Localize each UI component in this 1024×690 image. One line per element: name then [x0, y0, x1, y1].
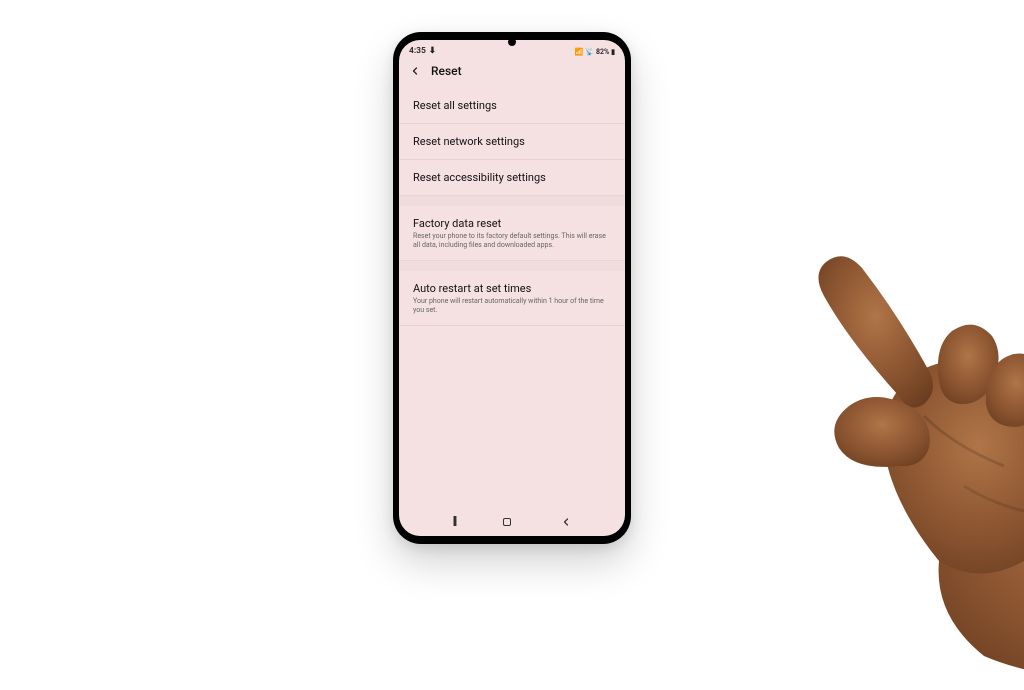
hand-pointing	[704, 166, 1024, 686]
battery-icon: ▮	[611, 48, 615, 56]
item-auto-restart[interactable]: Auto restart at set times Your phone wil…	[399, 271, 625, 326]
settings-list: Reset all settings Reset network setting…	[399, 88, 625, 508]
item-title: Reset accessibility settings	[413, 171, 611, 184]
battery-percent: 82%	[596, 48, 609, 56]
wifi-icon: 📶	[575, 48, 584, 56]
section-divider	[399, 196, 625, 206]
nav-back-icon[interactable]	[560, 516, 572, 528]
item-reset-accessibility-settings[interactable]: Reset accessibility settings	[399, 160, 625, 196]
screen: 4:35 ⬇ 📶 📡 82% ▮ Reset Reset all setting…	[399, 40, 625, 536]
item-title: Reset network settings	[413, 135, 611, 148]
page-title: Reset	[431, 64, 462, 78]
signal-icon: 📡	[585, 48, 594, 56]
item-factory-data-reset[interactable]: Factory data reset Reset your phone to i…	[399, 206, 625, 261]
item-reset-all-settings[interactable]: Reset all settings	[399, 88, 625, 124]
camera-punch	[508, 38, 516, 46]
page-header: Reset	[399, 58, 625, 88]
item-subtitle: Your phone will restart automatically wi…	[413, 297, 611, 316]
item-subtitle: Reset your phone to its factory default …	[413, 232, 611, 251]
status-indicator-icon: ⬇	[429, 46, 436, 56]
item-title: Factory data reset	[413, 217, 611, 230]
nav-home-icon[interactable]	[501, 516, 513, 528]
nav-recents-icon[interactable]: III	[452, 514, 454, 530]
back-icon[interactable]	[409, 65, 421, 77]
section-divider	[399, 261, 625, 271]
navigation-bar: III	[399, 508, 625, 536]
item-title: Reset all settings	[413, 99, 611, 112]
item-title: Auto restart at set times	[413, 282, 611, 295]
phone-frame: 4:35 ⬇ 📶 📡 82% ▮ Reset Reset all setting…	[393, 32, 631, 544]
status-time: 4:35	[409, 46, 426, 56]
item-reset-network-settings[interactable]: Reset network settings	[399, 124, 625, 160]
